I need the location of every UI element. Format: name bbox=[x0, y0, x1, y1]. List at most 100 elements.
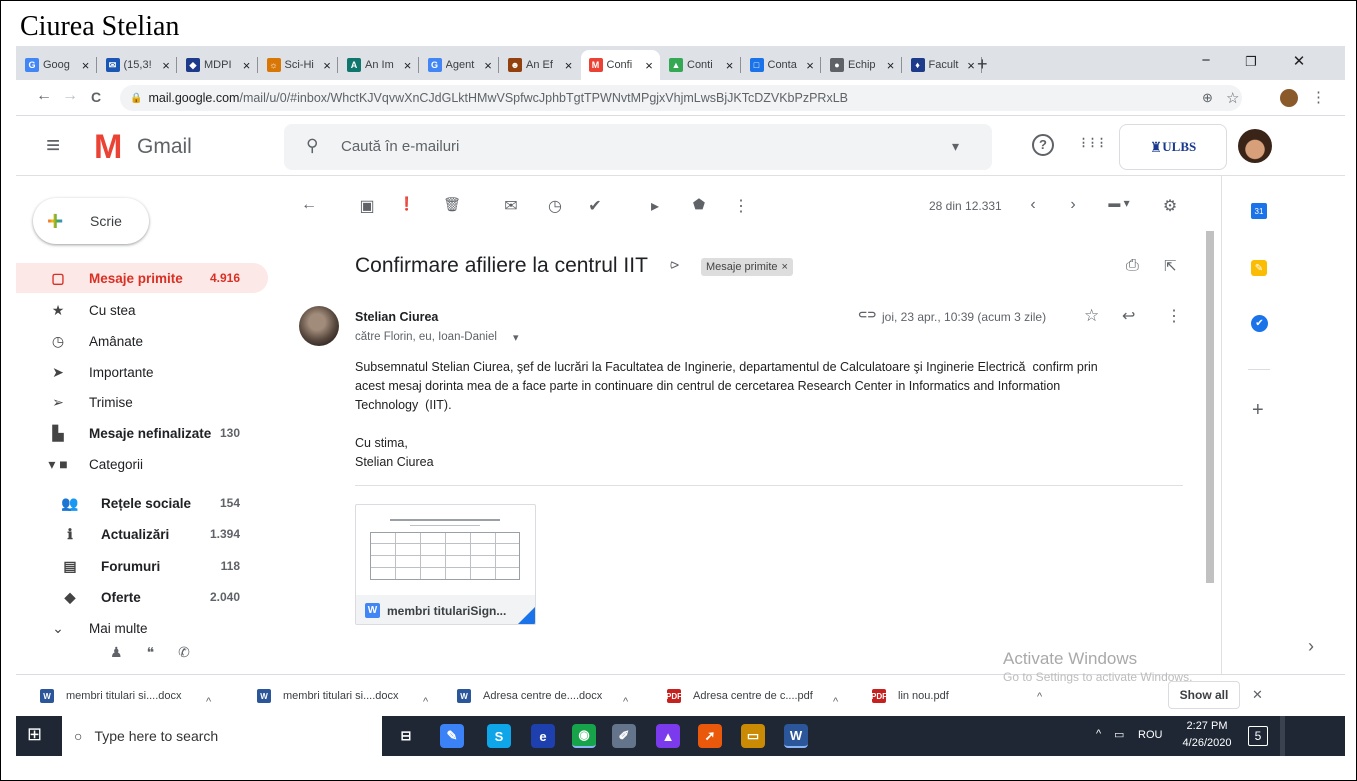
org-logo-button[interactable]: ♜ ULBS bbox=[1119, 124, 1227, 170]
tab-close-icon[interactable]: × bbox=[723, 58, 737, 73]
gmail-logo-text[interactable]: Gmail bbox=[137, 135, 192, 159]
browser-tab[interactable]: ☻ An Ef × bbox=[500, 50, 580, 80]
sidebar-item[interactable]: ▾ ■ Categorii bbox=[16, 449, 268, 479]
taskbar-app-chrome-icon[interactable]: ◉ bbox=[572, 724, 596, 748]
input-tools-icon[interactable]: ▬ ▾ bbox=[1102, 196, 1136, 210]
download-item[interactable]: Wmembri titulari si....docx bbox=[40, 685, 182, 707]
bookmark-star-icon[interactable]: ☆ bbox=[1226, 89, 1239, 107]
sender-name[interactable]: Stelian Ciurea bbox=[355, 310, 438, 324]
next-message-icon[interactable]: › bbox=[1062, 196, 1084, 214]
download-options-icon[interactable]: ^ bbox=[423, 691, 428, 713]
download-options-icon[interactable]: ^ bbox=[206, 691, 211, 713]
minimize-button[interactable]: − bbox=[1191, 52, 1221, 69]
clock-time[interactable]: 2:27 PM bbox=[1183, 720, 1231, 732]
language-indicator[interactable]: ROU bbox=[1138, 729, 1162, 741]
move-to-icon[interactable]: ▸ bbox=[644, 196, 666, 216]
importance-marker-icon[interactable]: ⪧ bbox=[670, 256, 679, 274]
add-task-icon[interactable]: ✔ bbox=[584, 196, 606, 216]
compose-button[interactable]: + Scrie bbox=[33, 198, 149, 244]
tasks-icon[interactable]: ✔ bbox=[1251, 315, 1268, 332]
delete-icon[interactable]: 🗑 bbox=[441, 196, 463, 213]
sidebar-item[interactable]: ▙ Mesaje nefinalizate 130 bbox=[16, 418, 268, 448]
archive-icon[interactable]: ▣ bbox=[356, 196, 378, 216]
close-downloads-icon[interactable]: ✕ bbox=[1252, 687, 1263, 703]
browser-tab[interactable]: A An Im × bbox=[339, 50, 419, 80]
settings-icon[interactable]: ⚙ bbox=[1159, 196, 1181, 216]
expand-panel-icon[interactable]: › bbox=[1308, 636, 1314, 657]
sidebar-item[interactable]: 👥 Rețele sociale 154 bbox=[16, 488, 268, 518]
main-menu-icon[interactable]: ≡ bbox=[46, 132, 60, 160]
contacts-icon[interactable]: ♟ bbox=[110, 644, 123, 661]
phone-icon[interactable]: ✆ bbox=[178, 644, 190, 661]
browser-tab[interactable]: ◆ MDPI × bbox=[178, 50, 258, 80]
tab-close-icon[interactable]: × bbox=[320, 58, 334, 73]
tab-close-icon[interactable]: × bbox=[803, 58, 817, 73]
download-options-icon[interactable]: ^ bbox=[833, 691, 838, 713]
show-desktop-button[interactable] bbox=[1280, 716, 1285, 756]
taskbar-app-paint-icon[interactable]: ✎ bbox=[440, 724, 464, 748]
download-item[interactable]: PDF Adresa centre de c....pdf bbox=[666, 685, 813, 707]
zoom-icon[interactable]: ⊕ bbox=[1202, 90, 1213, 106]
help-icon[interactable]: ? bbox=[1032, 134, 1054, 156]
sender-avatar[interactable] bbox=[299, 306, 339, 346]
taskbar-search-input[interactable]: Type here to search bbox=[94, 728, 218, 744]
prev-message-icon[interactable]: ‹ bbox=[1022, 196, 1044, 214]
remove-label-icon[interactable]: × bbox=[782, 261, 788, 273]
browser-tab[interactable]: ☼ Sci-Hi × bbox=[259, 50, 338, 80]
keep-icon[interactable]: ✎ bbox=[1251, 260, 1267, 276]
sidebar-item[interactable]: ▤ Forumuri 118 bbox=[16, 551, 268, 581]
search-options-icon[interactable]: ▾ bbox=[952, 138, 959, 155]
address-bar[interactable]: 🔒 mail.google.com/mail/u/0/#inbox/WhctKJ… bbox=[120, 85, 1242, 111]
taskbar-search[interactable]: ○ Type here to search bbox=[62, 716, 382, 756]
tab-close-icon[interactable]: × bbox=[562, 58, 576, 73]
new-tab-button[interactable]: + bbox=[977, 54, 988, 75]
download-item[interactable]: W Adresa centre de....docx bbox=[457, 685, 602, 707]
snooze-icon[interactable]: ◷ bbox=[544, 196, 566, 216]
back-to-inbox-icon[interactable]: ← bbox=[298, 196, 320, 214]
sidebar-item[interactable]: ⌄ Mai multe bbox=[16, 613, 268, 643]
download-options-icon[interactable]: ^ bbox=[623, 691, 628, 713]
attachment-card[interactable]: W membri titulariSign... bbox=[355, 504, 536, 625]
sidebar-item[interactable]: ➢ Trimise bbox=[16, 387, 268, 417]
gmail-logo-icon[interactable]: M bbox=[94, 128, 122, 167]
taskbar-app-word-icon[interactable]: W bbox=[784, 724, 808, 748]
taskbar-app-task-view-icon[interactable]: ⊟ bbox=[394, 724, 418, 748]
show-all-button[interactable]: Show all bbox=[1168, 681, 1240, 709]
tab-close-icon[interactable]: × bbox=[884, 58, 898, 73]
browser-tab[interactable]: ✉ (15,3! × bbox=[98, 50, 177, 80]
calendar-icon[interactable]: 31 bbox=[1251, 203, 1267, 219]
taskbar-app-app-7-icon[interactable]: ▲ bbox=[656, 724, 680, 748]
more-actions-icon[interactable]: ⋮ bbox=[730, 196, 752, 216]
mark-unread-icon[interactable]: ✉ bbox=[500, 196, 522, 216]
browser-tab[interactable]: ● Echip × bbox=[822, 50, 902, 80]
network-icon[interactable]: ▭ bbox=[1114, 728, 1124, 741]
browser-tab[interactable]: M Confi × bbox=[580, 50, 660, 80]
clock-date[interactable]: 4/26/2020 bbox=[1179, 737, 1235, 749]
tab-close-icon[interactable]: × bbox=[964, 58, 978, 73]
search-box[interactable]: ⚲ Caută în e-mailuri ▾ bbox=[284, 124, 992, 170]
taskbar-app-explorer-icon[interactable]: ▭ bbox=[741, 724, 765, 748]
search-icon[interactable]: ⚲ bbox=[306, 136, 318, 156]
add-addon-icon[interactable]: + bbox=[1252, 399, 1264, 422]
notifications-icon[interactable]: 5 bbox=[1248, 726, 1268, 746]
browser-menu-icon[interactable]: ⋮ bbox=[1311, 88, 1326, 106]
forward-icon[interactable]: → bbox=[60, 87, 80, 105]
tab-close-icon[interactable]: × bbox=[401, 58, 415, 73]
print-icon[interactable]: ⎙ bbox=[1126, 257, 1139, 275]
download-item[interactable]: Wmembri titulari si....docx bbox=[257, 685, 399, 707]
taskbar-app-paintbrush-icon[interactable]: ✐ bbox=[612, 724, 636, 748]
start-icon[interactable]: ⊞ bbox=[27, 724, 42, 745]
taskbar-app-edge-icon[interactable]: e bbox=[531, 724, 555, 748]
download-chevron-icon[interactable]: ^ bbox=[1037, 691, 1042, 703]
tab-close-icon[interactable]: × bbox=[481, 58, 495, 73]
browser-tab[interactable]: G Agent × bbox=[420, 50, 499, 80]
sidebar-item[interactable]: ★ Cu stea bbox=[16, 295, 268, 325]
message-scrollbar[interactable] bbox=[1206, 231, 1214, 583]
star-message-icon[interactable]: ☆ bbox=[1084, 306, 1099, 326]
window-close-button[interactable]: ✕ bbox=[1284, 52, 1314, 70]
sidebar-item[interactable]: ℹ Actualizări 1.394 bbox=[16, 519, 268, 549]
search-input[interactable]: Caută în e-mailuri bbox=[341, 138, 459, 155]
tab-close-icon[interactable]: × bbox=[642, 58, 656, 73]
browser-tab[interactable]: □ Conta × bbox=[742, 50, 821, 80]
account-avatar[interactable] bbox=[1238, 129, 1272, 163]
